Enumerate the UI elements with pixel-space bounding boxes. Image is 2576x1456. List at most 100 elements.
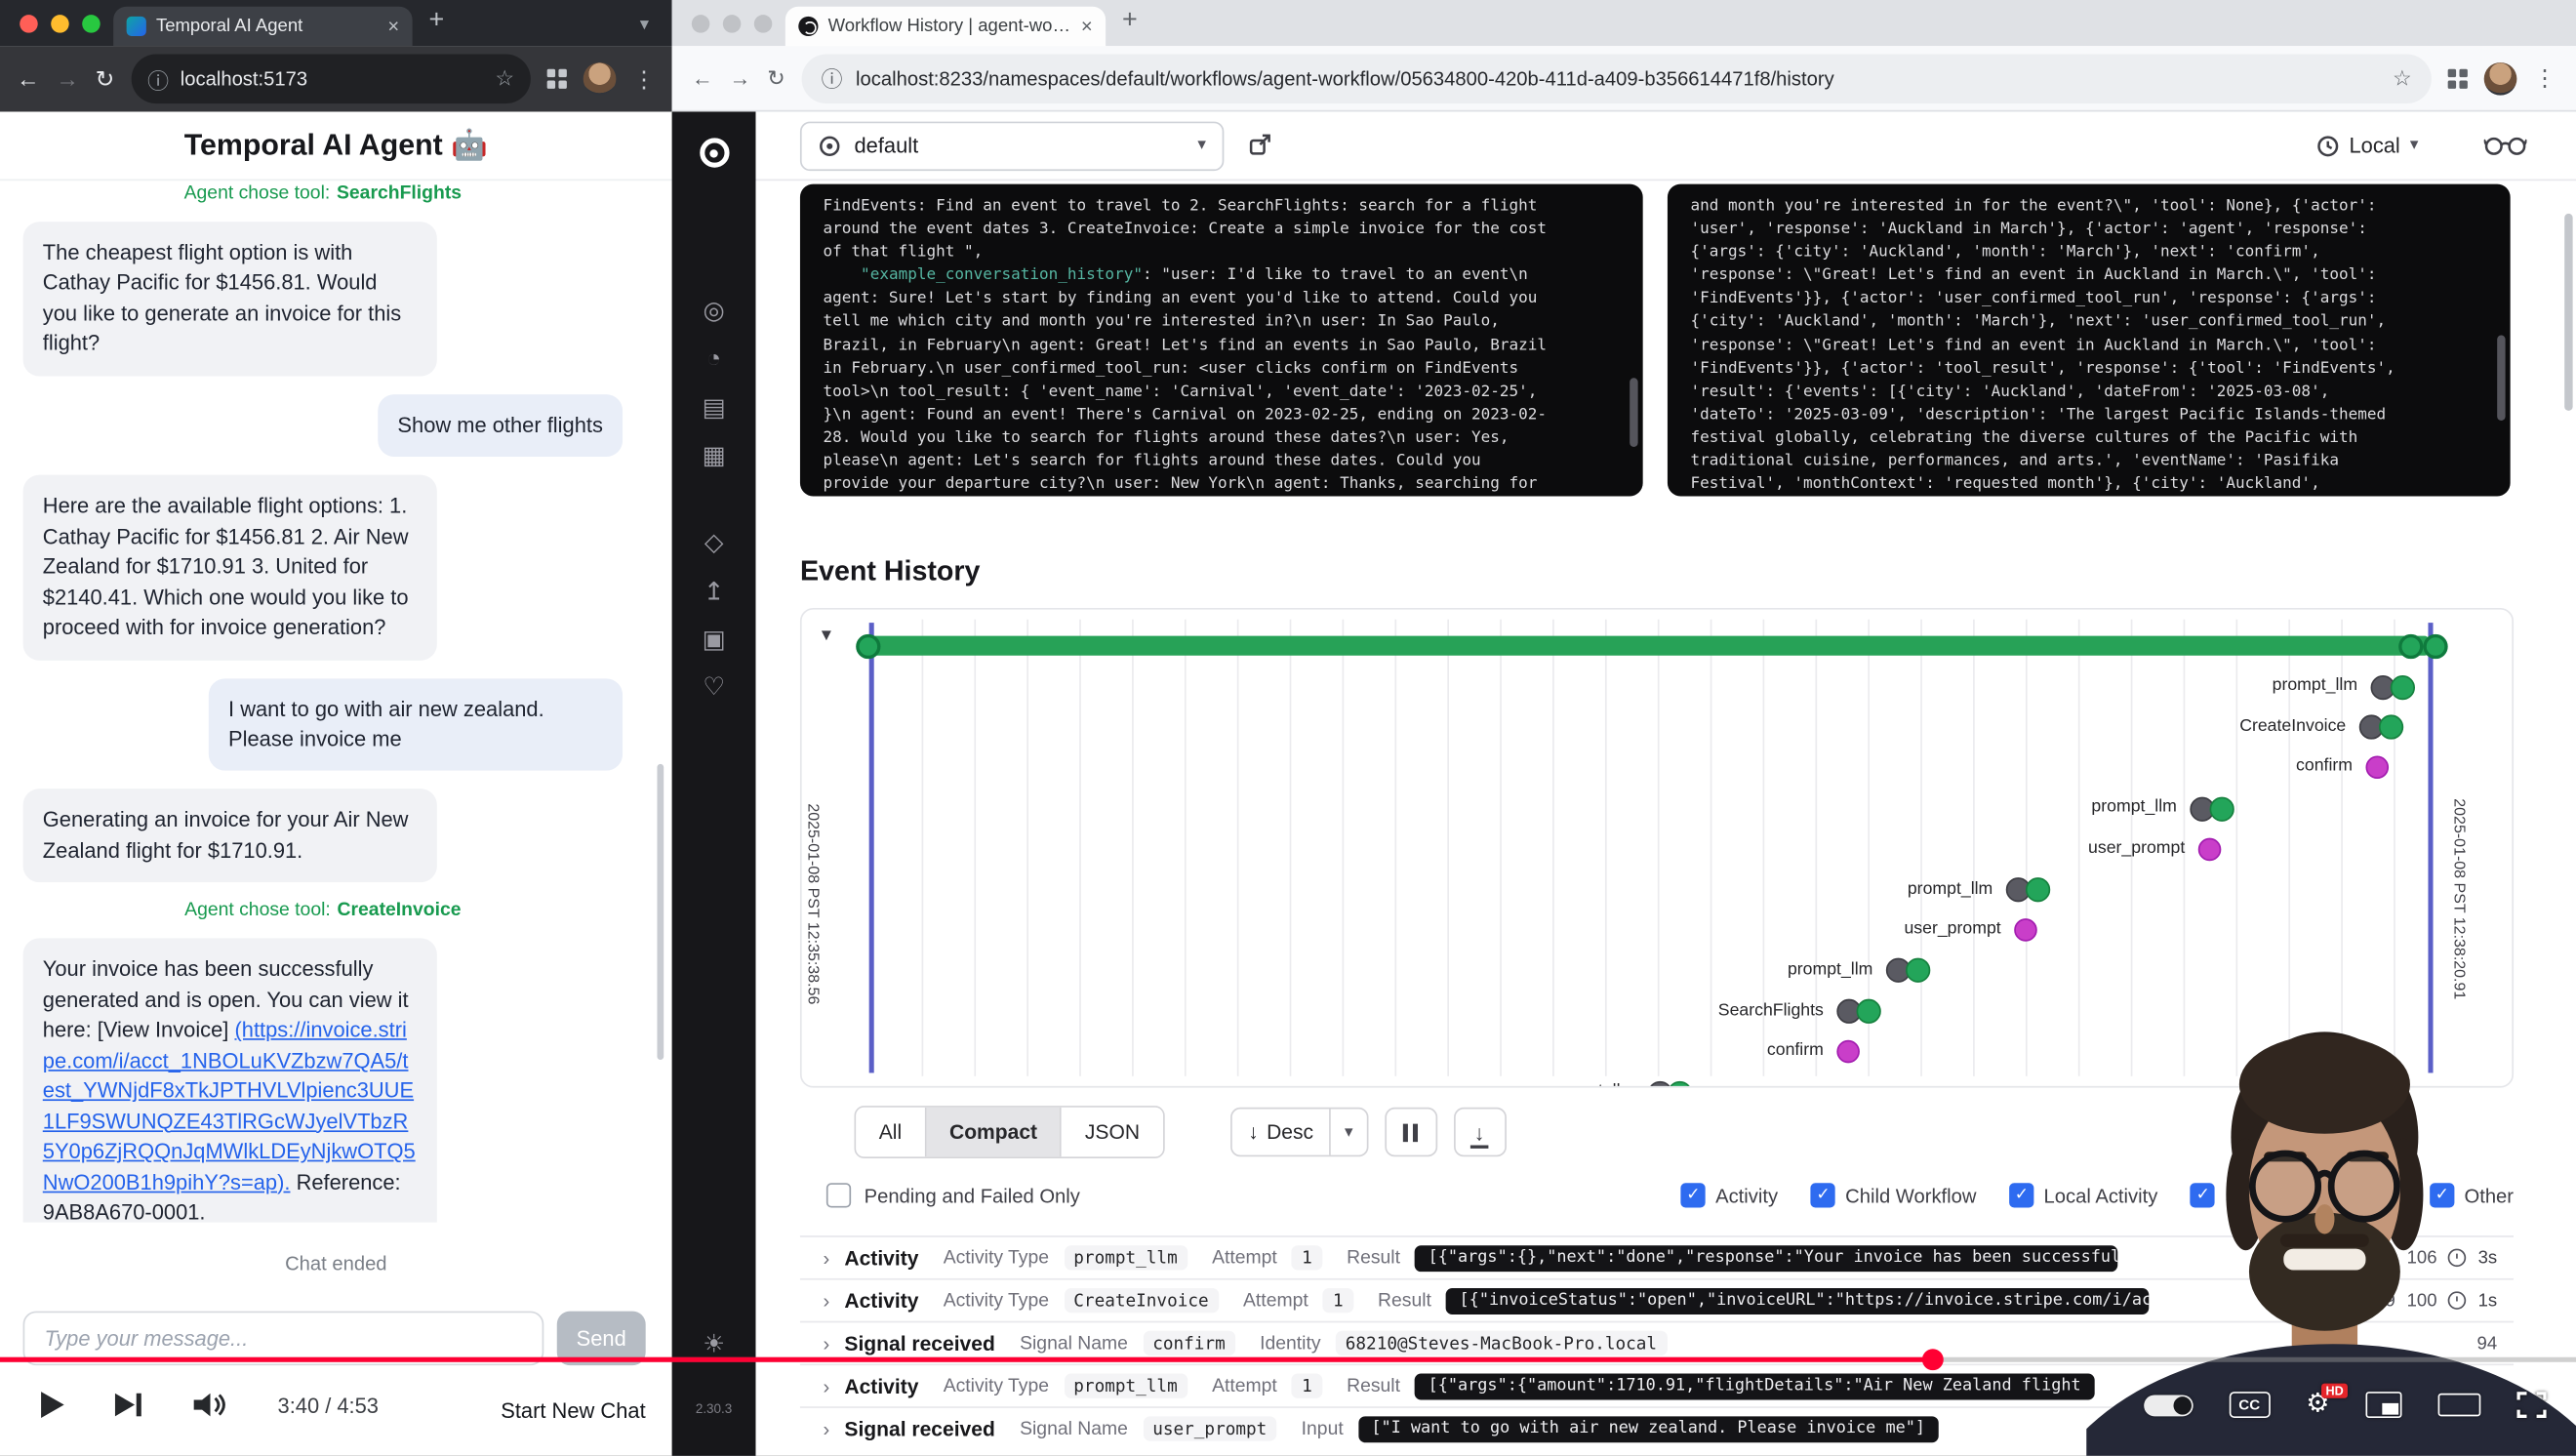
reload-icon[interactable]: ↻: [96, 65, 115, 94]
minimize-window-button[interactable]: [723, 15, 742, 33]
address-bar[interactable]: ⓘ localhost:8233/namespaces/default/work…: [801, 54, 2431, 103]
activity-completed-dot[interactable]: [2379, 715, 2403, 740]
site-info-icon[interactable]: ⓘ: [147, 63, 169, 95]
extensions-icon[interactable]: [2448, 68, 2468, 88]
reload-icon[interactable]: ↻: [767, 65, 785, 92]
tab-search-icon[interactable]: ▾: [640, 13, 649, 34]
address-bar[interactable]: ⓘ localhost:5173 ☆: [131, 55, 531, 104]
close-window-button[interactable]: [692, 15, 710, 33]
signal-dot[interactable]: [1836, 1040, 1860, 1064]
namespace-select[interactable]: default ▾: [800, 121, 1224, 171]
tab-close-icon[interactable]: ×: [1081, 15, 1093, 38]
invoice-link[interactable]: (https://invoice.stripe.com/i/acct_1NBOL…: [43, 1018, 416, 1194]
codec-icon[interactable]: ◇: [672, 527, 756, 556]
event-type-label: Activity: [844, 1374, 918, 1397]
bookmark-star-icon[interactable]: ☆: [2393, 65, 2412, 92]
site-info-icon[interactable]: ⓘ: [822, 62, 843, 94]
url-text[interactable]: localhost:8233/namespaces/default/workfl…: [856, 66, 2379, 90]
pause-autoscroll-button[interactable]: [1384, 1108, 1436, 1157]
import-icon[interactable]: ↥: [672, 577, 756, 606]
minimize-window-button[interactable]: [51, 15, 69, 33]
activity-completed-dot[interactable]: [1668, 1080, 1692, 1088]
row-expand-icon[interactable]: ›: [824, 1332, 830, 1355]
browser-tab[interactable]: Workflow History | agent-wor… ×: [785, 7, 1106, 46]
workflow-start-dot[interactable]: [856, 634, 880, 659]
activity-completed-dot[interactable]: [2391, 674, 2415, 699]
workflow-end-dot[interactable]: [2398, 634, 2423, 659]
extensions-icon[interactable]: [547, 69, 567, 89]
window-controls[interactable]: [20, 15, 101, 33]
row-expand-icon[interactable]: ›: [824, 1417, 830, 1440]
archive-icon[interactable]: ▦: [672, 440, 756, 469]
window-controls[interactable]: [692, 15, 773, 33]
theme-toggle-icon[interactable]: ☀: [672, 1329, 756, 1358]
back-icon[interactable]: ←: [692, 65, 713, 90]
send-button[interactable]: Send: [557, 1312, 646, 1366]
panel-scrollbar[interactable]: [2497, 335, 2505, 421]
sort-order-button[interactable]: ↓Desc ▾: [1230, 1108, 1368, 1157]
download-history-button[interactable]: ↓: [1453, 1108, 1506, 1157]
signal-dot[interactable]: [2014, 918, 2037, 942]
forward-icon[interactable]: →: [56, 65, 79, 92]
row-expand-icon[interactable]: ›: [824, 1289, 830, 1313]
chat-tool-message: Agent chose tool:SearchFlights: [184, 184, 462, 204]
workflow-input-payload[interactable]: FindEvents: Find an event to travel to 2…: [800, 184, 1643, 497]
pause-icon: [1403, 1123, 1408, 1142]
menu-kebab-icon[interactable]: ⋮: [2533, 64, 2556, 93]
field-value-code: [{"args":{},"next":"done","response":"Yo…: [1415, 1244, 2118, 1271]
open-in-new-icon[interactable]: [1247, 133, 1271, 157]
signal-dot[interactable]: [2365, 756, 2389, 780]
row-expand-icon[interactable]: ›: [824, 1246, 830, 1270]
schedules-icon[interactable]: ◔: [672, 345, 756, 374]
zoom-window-button[interactable]: [82, 15, 101, 33]
view-toggle-all[interactable]: All: [856, 1108, 926, 1157]
chat-history[interactable]: Agent chose tool:SearchFlightsThe cheape…: [23, 184, 624, 1223]
chat-scrollbar[interactable]: [657, 764, 664, 1060]
url-text[interactable]: localhost:5173: [181, 67, 484, 91]
timeline-collapse-icon[interactable]: ▾: [822, 623, 831, 646]
row-expand-icon[interactable]: ›: [824, 1374, 830, 1397]
new-tab-button[interactable]: +: [428, 7, 444, 36]
filter-checkbox-child-workflow[interactable]: ✓Child Workflow: [1811, 1183, 1977, 1207]
activity-completed-dot[interactable]: [1857, 999, 1881, 1024]
profile-avatar[interactable]: [584, 62, 617, 96]
filter-checkbox-activity[interactable]: ✓Activity: [1681, 1183, 1778, 1207]
feedback-heart-icon[interactable]: ♡: [672, 672, 756, 702]
message-input[interactable]: [23, 1312, 544, 1366]
new-tab-button[interactable]: +: [1122, 7, 1138, 36]
workflow-end-dot[interactable]: [2423, 634, 2447, 659]
checkbox-box[interactable]: ✓: [1811, 1183, 1835, 1207]
forward-icon[interactable]: →: [730, 65, 751, 90]
activity-scheduled-dot[interactable]: [1648, 1080, 1672, 1088]
batch-operations-icon[interactable]: ▤: [672, 392, 756, 422]
timezone-select[interactable]: Local ▾: [2316, 133, 2419, 157]
browser-tab[interactable]: Temporal AI Agent ×: [113, 7, 412, 46]
payload-panels: FindEvents: Find an event to travel to 2…: [800, 184, 2511, 497]
bookmark-star-icon[interactable]: ☆: [495, 65, 514, 92]
activity-completed-dot[interactable]: [2210, 796, 2234, 821]
profile-avatar[interactable]: [2484, 61, 2517, 95]
activity-completed-dot[interactable]: [1906, 958, 1930, 983]
activity-completed-dot[interactable]: [2026, 877, 2050, 902]
workflow-execution-bar[interactable]: [869, 636, 2429, 656]
workflow-result-payload[interactable]: and month you're interested in for the e…: [1668, 184, 2511, 497]
menu-kebab-icon[interactable]: ⋮: [632, 65, 656, 94]
signal-dot[interactable]: [2198, 837, 2222, 861]
zoom-window-button[interactable]: [754, 15, 773, 33]
checkbox-box[interactable]: ✓: [2009, 1183, 2033, 1207]
page-scrollbar[interactable]: [2564, 214, 2572, 411]
view-toggle-compact[interactable]: Compact: [926, 1108, 1062, 1157]
close-window-button[interactable]: [20, 15, 38, 33]
checkbox-box[interactable]: [826, 1183, 851, 1207]
labs-glasses-icon[interactable]: [2484, 135, 2527, 156]
panel-scrollbar[interactable]: [1630, 378, 1637, 447]
labs-icon[interactable]: ▣: [672, 625, 756, 654]
pending-failed-filter[interactable]: Pending and Failed Only: [826, 1183, 1080, 1207]
tab-close-icon[interactable]: ×: [387, 15, 399, 38]
start-new-chat-link[interactable]: Start New Chat: [501, 1398, 645, 1423]
back-icon[interactable]: ←: [17, 65, 40, 92]
workflows-icon[interactable]: ◎: [672, 296, 756, 325]
checkbox-box[interactable]: ✓: [1681, 1183, 1706, 1207]
field-label: Identity: [1260, 1333, 1320, 1353]
view-toggle-json[interactable]: JSON: [1062, 1108, 1162, 1157]
